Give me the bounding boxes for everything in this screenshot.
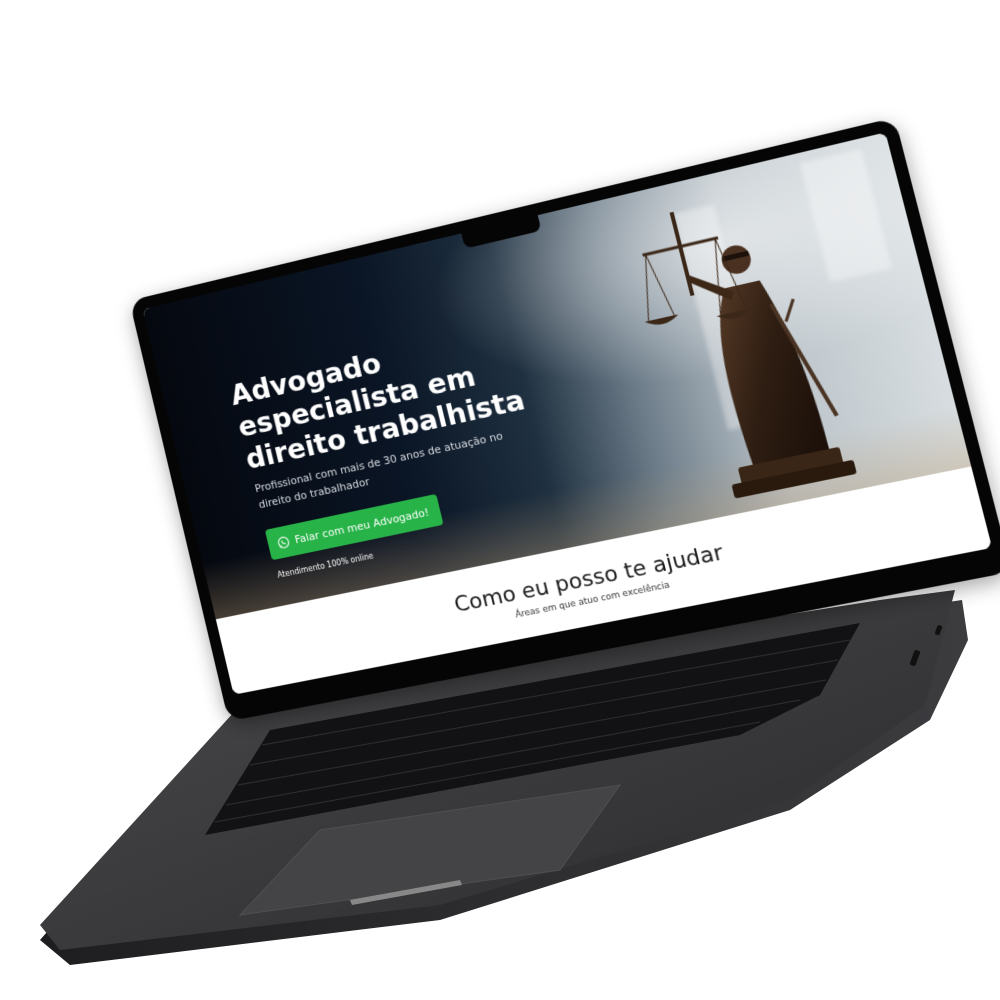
device-mockup: Advogado especialista em direito trabalh… — [0, 0, 1000, 1000]
whatsapp-icon — [276, 535, 291, 550]
